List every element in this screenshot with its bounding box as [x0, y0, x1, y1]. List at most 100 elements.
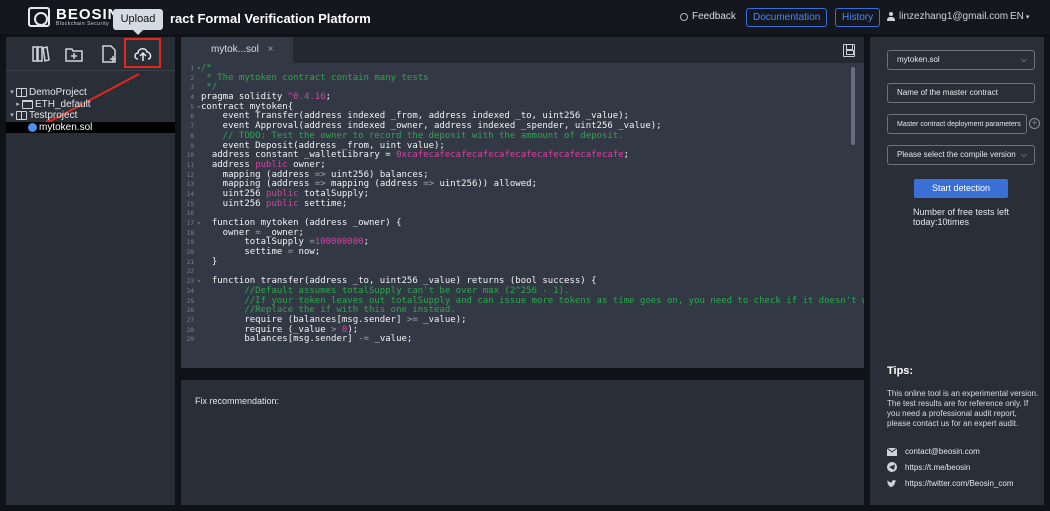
file-tree: ▾ DemoProject ▸ ETH_default ▾ Testproject myto… — [6, 87, 175, 133]
add-file-icon — [102, 45, 116, 63]
line-number: 7 — [190, 123, 194, 131]
line-number: 6 — [190, 113, 194, 121]
fix-recommendation-label: Fix recommendation: — [195, 396, 280, 406]
contact-telegram-text: https://t.me/beosin — [905, 462, 971, 472]
code-token: _value; — [368, 334, 413, 345]
code-token: 0xcafecafecafecafecafecafecafecafecafeca… — [396, 150, 624, 161]
fix-recommendation-panel: Fix recommendation: — [181, 380, 864, 505]
user-icon — [887, 12, 895, 21]
contact-email-text: contact@beosin.com — [905, 447, 980, 456]
line-number: 3 — [190, 84, 194, 92]
tree-item-label: DemoProject — [29, 87, 87, 98]
code-token: => — [423, 179, 435, 190]
free-tests-info: Number of free tests left today:10times — [913, 207, 1023, 227]
line-number: 29 — [186, 336, 194, 344]
master-contract-placeholder: Name of the master contract — [897, 88, 998, 97]
master-contract-input[interactable]: Name of the master contract — [887, 83, 1035, 103]
line-number: 4 — [190, 94, 194, 102]
editor-scrollbar[interactable] — [851, 67, 855, 145]
code-area[interactable]: 1 ▾/* 2 * The mytoken contract contain man… — [181, 64, 864, 368]
start-detection-button[interactable]: Start detection — [914, 179, 1008, 198]
library-icon — [32, 46, 50, 62]
caret-down-icon: ▾ — [1023, 14, 1030, 21]
feedback-icon — [680, 12, 688, 21]
contract-select[interactable]: mytoken.sol ⌵ — [887, 50, 1035, 70]
logo-name: BEOSIN — [56, 6, 120, 23]
new-project-button[interactable] — [30, 43, 52, 65]
editor-tab-mytoken[interactable]: mytok...sol × — [181, 37, 293, 63]
beosin-logo[interactable]: BEOSIN Blockchain Security — [28, 7, 120, 27]
caret-down-icon[interactable]: ▾ — [8, 110, 16, 122]
editor-tab-label: mytok...sol — [211, 44, 259, 55]
tree-item[interactable]: mytoken.sol — [6, 121, 175, 133]
line-number: 8 — [190, 132, 194, 140]
tips-body: This online tool is an experimental vers… — [887, 389, 1039, 428]
code-token: * The mytoken contract contain many test… — [201, 72, 429, 83]
feedback-link[interactable]: Feedback — [680, 11, 736, 22]
upload-tooltip: Upload — [113, 9, 163, 35]
caret-right-icon[interactable]: ▸ — [14, 99, 22, 111]
deployment-parameters-input[interactable]: Master contract deployment parameters — [887, 114, 1027, 134]
code-line: 21 } — [181, 256, 864, 268]
line-number: 14 — [186, 190, 194, 198]
line-number: 5 — [190, 103, 194, 111]
code-line: 15 uint256 public settime; — [181, 198, 864, 210]
line-number: 20 — [186, 249, 194, 257]
book-icon — [16, 111, 27, 121]
code-token: balances[msg.sender] — [201, 334, 359, 345]
line-number: 13 — [186, 181, 194, 189]
mail-icon — [887, 447, 897, 456]
language-label: EN — [1010, 11, 1024, 22]
free-tests-label: Number of free tests left — [913, 207, 1010, 217]
folder-icon — [22, 99, 33, 109]
code-token: ^0.4.16 — [287, 92, 326, 103]
save-icon[interactable] — [843, 44, 855, 57]
line-number: 9 — [190, 142, 194, 150]
line-number: 25 — [186, 297, 194, 305]
contact-twitter[interactable]: https://twitter.com/Beosin_com — [887, 479, 1014, 488]
book-icon — [16, 88, 27, 98]
free-tests-value: today:10times — [913, 217, 970, 227]
tree-item-label: ETH_default — [35, 98, 91, 110]
contact-twitter-text: https://twitter.com/Beosin_com — [905, 479, 1014, 488]
user-menu[interactable]: linzezhang1@gmail.com — [887, 11, 1008, 22]
twitter-icon — [887, 479, 897, 487]
close-icon[interactable]: × — [268, 44, 274, 55]
language-selector[interactable]: EN ▾ — [1010, 11, 1029, 22]
add-parameter-icon[interactable]: + — [1029, 118, 1040, 129]
caret-down-icon[interactable]: ▾ — [8, 87, 16, 99]
code-token: } — [201, 256, 218, 267]
line-number: 21 — [186, 258, 194, 266]
tree-item[interactable]: ▾ Testproject — [6, 110, 175, 122]
line-number: 1 — [190, 65, 194, 72]
line-number: 18 — [186, 229, 194, 237]
deployment-parameters-label: Master contract deployment parameters — [897, 121, 1021, 128]
code-line: 29 balances[msg.sender] -= _value; — [181, 335, 864, 345]
line-number: 2 — [190, 74, 194, 82]
code-token: uint256)) allowed; — [434, 179, 537, 190]
line-number: 28 — [186, 326, 194, 334]
line-number: 22 — [186, 268, 194, 276]
new-folder-button[interactable] — [63, 43, 85, 65]
code-token: ; — [623, 150, 630, 161]
code-token: ; — [363, 237, 369, 248]
solidity-file-icon — [28, 122, 37, 132]
code-token: settime; — [298, 198, 348, 209]
contact-telegram[interactable]: https://t.me/beosin — [887, 462, 970, 472]
code-token: -= — [358, 334, 369, 345]
contact-email[interactable]: contact@beosin.com — [887, 447, 980, 456]
line-number: 26 — [186, 307, 194, 315]
history-button[interactable]: History — [835, 8, 881, 27]
compile-version-select[interactable]: Please select the compile version ⌵ — [887, 145, 1035, 165]
chevron-down-icon: ⌵ — [1020, 55, 1027, 64]
user-email: linzezhang1@gmail.com — [899, 11, 1009, 22]
tree-item[interactable]: ▾ DemoProject — [6, 87, 175, 99]
new-file-button[interactable] — [98, 43, 120, 65]
line-number: 11 — [186, 161, 194, 169]
line-number: 27 — [186, 316, 194, 324]
explorer-toolbar — [6, 37, 175, 71]
tree-item[interactable]: ▸ ETH_default — [6, 99, 175, 111]
platform-title: ract Formal Verification Platform — [170, 11, 371, 26]
documentation-button[interactable]: Documentation — [746, 8, 828, 27]
code-line: 20 settime = now; — [181, 247, 864, 258]
